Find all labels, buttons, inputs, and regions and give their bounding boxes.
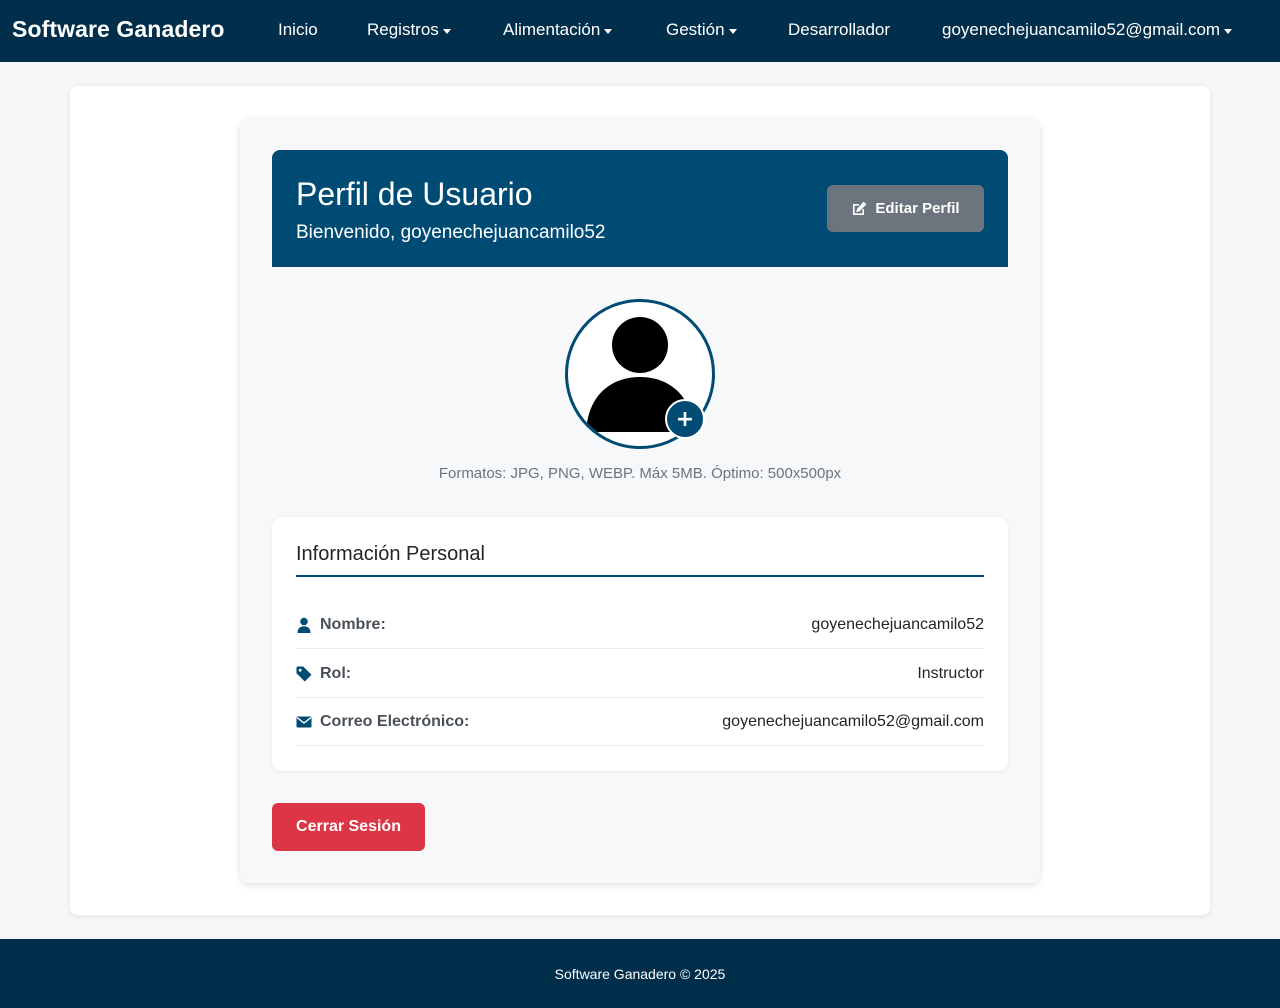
edit-profile-label: Editar Perfil — [875, 200, 960, 217]
avatar-formats-hint: Formatos: JPG, PNG, WEBP. Máx 5MB. Óptim… — [438, 465, 842, 482]
logout-button[interactable]: Cerrar Sesión — [272, 803, 425, 851]
info-label-group: Rol: — [296, 665, 351, 683]
edit-profile-button[interactable]: Editar Perfil — [827, 185, 984, 232]
info-row-correo: Correo Electrónico: goyenechejuancamilo5… — [296, 698, 984, 746]
user-menu-label: goyenechejuancamilo52@gmail.com — [942, 20, 1221, 39]
section-divider — [296, 575, 984, 577]
info-row-rol: Rol: Instructor — [296, 650, 984, 698]
avatar-upload-button[interactable]: + — [665, 399, 705, 439]
info-label-group: Correo Electrónico: — [296, 713, 469, 731]
welcome-text: Bienvenido, goyenechejuancamilo52 — [296, 222, 606, 243]
page-title: Perfil de Usuario — [296, 176, 533, 212]
brand-link[interactable]: Software Ganadero — [12, 16, 225, 43]
info-row-nombre: Nombre: goyenechejuancamilo52 — [296, 601, 984, 649]
info-value: Instructor — [917, 664, 984, 682]
section-title: Información Personal — [296, 543, 485, 565]
nav-item-label: Desarrollador — [788, 20, 891, 39]
caret-down-icon — [728, 28, 737, 34]
nav-item-label: Registros — [367, 20, 439, 39]
info-value: goyenechejuancamilo52 — [811, 615, 984, 633]
nav-item-label: Gestión — [666, 20, 725, 39]
top-navbar: Software Ganadero Inicio Registros Alime… — [0, 0, 1280, 62]
envelope-icon — [296, 716, 312, 727]
caret-down-icon — [1224, 28, 1233, 34]
edit-icon — [853, 201, 867, 215]
footer-text: Software Ganadero © 2025 — [554, 965, 726, 982]
nav-item-inicio[interactable]: Inicio — [278, 20, 318, 40]
info-label: Nombre: — [320, 615, 386, 633]
tag-icon — [296, 666, 312, 681]
nav-item-registros[interactable]: Registros — [367, 20, 451, 40]
info-label-group: Nombre: — [296, 616, 386, 634]
caret-down-icon — [604, 28, 613, 34]
nav-item-label: Alimentación — [503, 20, 601, 39]
nav-item-label: Inicio — [278, 20, 318, 39]
info-value: goyenechejuancamilo52@gmail.com — [722, 712, 984, 730]
info-label: Rol: — [320, 664, 352, 682]
nav-item-gestion[interactable]: Gestión — [666, 20, 737, 40]
user-icon — [297, 617, 311, 633]
nav-item-alimentacion[interactable]: Alimentación — [503, 20, 613, 40]
caret-down-icon — [442, 28, 451, 34]
info-label: Correo Electrónico: — [320, 712, 470, 730]
nav-item-desarrollador[interactable]: Desarrollador — [788, 20, 890, 40]
user-menu-dropdown[interactable]: goyenechejuancamilo52@gmail.com — [942, 20, 1233, 40]
footer: Software Ganadero © 2025 — [0, 939, 1280, 1008]
